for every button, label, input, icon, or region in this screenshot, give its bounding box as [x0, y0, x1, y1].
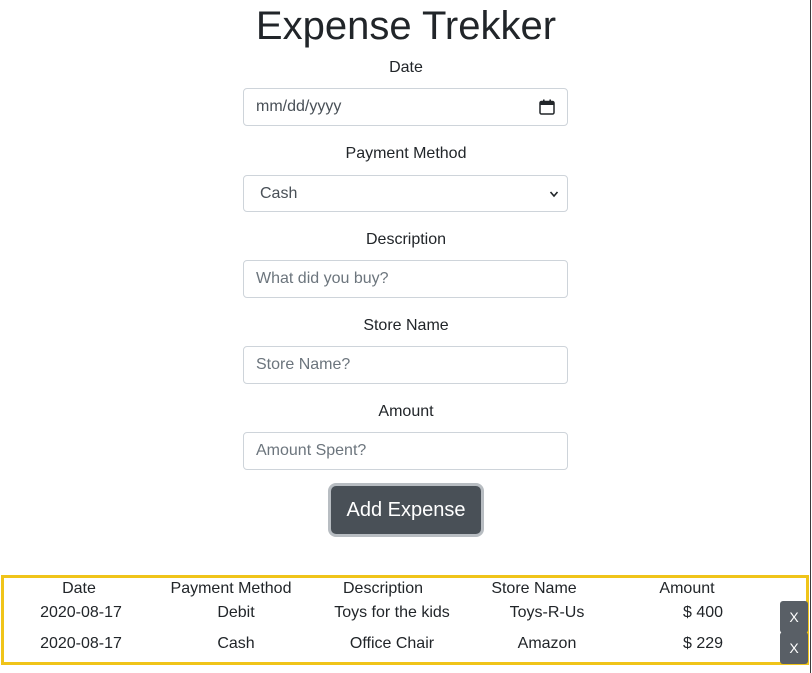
calendar-icon[interactable] [539, 99, 555, 115]
date-placeholder: mm/dd/yyyy [256, 98, 342, 115]
header-amount: Amount [659, 580, 715, 597]
app-title: Expense Trekker [255, 4, 557, 48]
row-amount: $ 400 [682, 604, 724, 621]
payment-method-select[interactable]: Cash [243, 175, 568, 212]
payment-method-value: Cash [260, 184, 298, 202]
description-input[interactable] [243, 260, 568, 298]
row-payment-method: Cash [217, 635, 255, 652]
header-description: Description [342, 580, 424, 597]
window-edge-divider [810, 0, 811, 673]
row-store-name: Amazon [517, 635, 577, 652]
add-expense-button[interactable]: Add Expense [331, 486, 481, 534]
row-store-name: Toys-R-Us [509, 604, 585, 621]
row-payment-method: Debit [217, 604, 255, 621]
chevron-down-icon [549, 189, 559, 199]
row-date: 2020-08-17 [40, 604, 122, 621]
row-date: 2020-08-17 [40, 635, 122, 652]
delete-row-button[interactable]: X [780, 601, 808, 633]
header-store-name: Store Name [491, 580, 577, 597]
store-name-label: Store Name [363, 317, 449, 334]
store-name-input[interactable] [243, 346, 568, 384]
page: Expense Trekker Date mm/dd/yyyy Payment … [0, 0, 812, 673]
amount-label: Amount [378, 403, 434, 420]
row-amount: $ 229 [682, 635, 724, 652]
payment-method-label: Payment Method [345, 145, 467, 162]
date-label: Date [389, 59, 423, 76]
row-description: Toys for the kids [334, 604, 450, 621]
date-input[interactable]: mm/dd/yyyy [243, 88, 568, 126]
delete-row-button[interactable]: X [780, 632, 808, 664]
header-payment-method: Payment Method [170, 580, 292, 597]
row-description: Office Chair [349, 635, 435, 652]
header-date: Date [62, 580, 96, 597]
description-label: Description [365, 231, 447, 248]
amount-input[interactable] [243, 432, 568, 470]
